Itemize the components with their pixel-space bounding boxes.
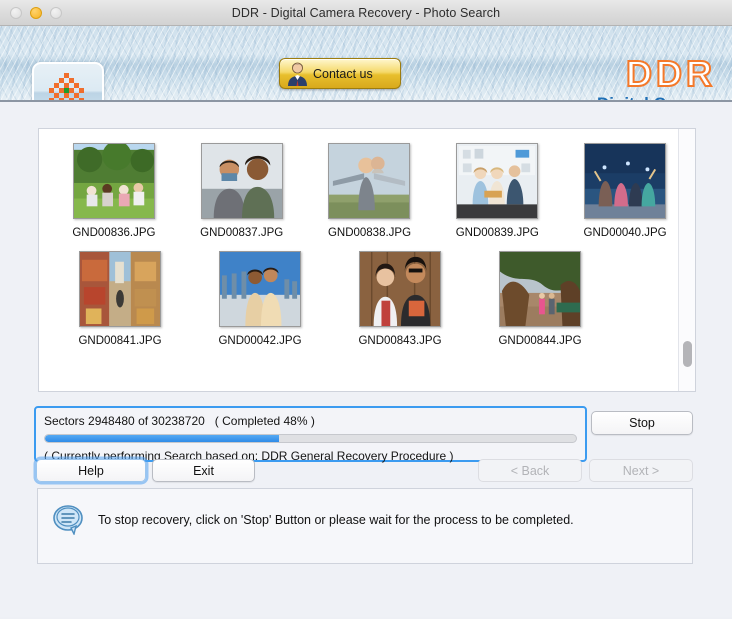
thumbnail-filename: GND00839.JPG (455, 227, 539, 239)
thumbnail-filename: GND00844.JPG (498, 335, 582, 347)
thumbnail-item[interactable]: GND00837.JPG (189, 143, 295, 239)
scrollbar-thumb[interactable] (683, 341, 692, 367)
next-button: Next > (589, 459, 693, 482)
brand-subtitle: Digital Camera (486, 94, 716, 100)
close-button[interactable] (10, 7, 22, 19)
thumbnail-filename: GND00836.JPG (72, 227, 156, 239)
app-header: Contact us DDR Digital Camera (0, 26, 732, 102)
thumbnail-image[interactable] (584, 143, 667, 219)
thumbnail-image[interactable] (219, 251, 301, 327)
thumbnail-image[interactable] (499, 251, 581, 327)
maximize-button[interactable] (50, 7, 62, 19)
thumbnail-item[interactable]: GND00836.JPG (61, 143, 167, 239)
stop-button[interactable]: Stop (591, 411, 693, 435)
thumbnail-item[interactable]: GND00042.JPG (201, 251, 319, 347)
info-row: To stop recovery, click on 'Stop' Button… (38, 489, 692, 535)
main-body: GND00836.JPG GND00837.JPG GND00838.JPG G… (0, 102, 732, 617)
brand-block: DDR Digital Camera (486, 53, 716, 101)
window-controls (10, 0, 62, 26)
minimize-button[interactable] (30, 7, 42, 19)
brand-title: DDR (625, 53, 716, 94)
thumbnail-row-2: GND00841.JPG GND00042.JPG GND00843.JPG G… (39, 251, 678, 347)
thumbnail-scrollbar[interactable] (678, 129, 695, 391)
thumbnail-image[interactable] (200, 143, 283, 219)
info-panel: To stop recovery, click on 'Stop' Button… (37, 488, 693, 564)
progress-bar (44, 434, 577, 443)
thumbnail-image[interactable] (79, 251, 161, 327)
thumbnail-filename: GND00042.JPG (218, 335, 302, 347)
back-button: < Back (478, 459, 582, 482)
thumbnail-item[interactable]: GND00843.JPG (341, 251, 459, 347)
progress-panel: Sectors 2948480 of 30238720 ( Completed … (34, 406, 587, 463)
title-bar: DDR - Digital Camera Recovery - Photo Se… (0, 0, 732, 26)
thumbnail-item[interactable]: GND00838.JPG (317, 143, 423, 239)
progress-bar-fill (45, 435, 279, 442)
speech-bubble-icon (53, 505, 83, 535)
thumbnail-image[interactable] (72, 143, 155, 219)
thumbnail-filename: GND00843.JPG (358, 335, 442, 347)
thumbnail-image[interactable] (456, 143, 539, 219)
thumbnail-filename: GND00837.JPG (200, 227, 284, 239)
thumbnail-item[interactable]: GND00841.JPG (61, 251, 179, 347)
thumbnail-item[interactable]: GND00839.JPG (444, 143, 550, 239)
exit-button[interactable]: Exit (152, 459, 255, 482)
person-icon (288, 62, 307, 86)
thumbnail-item[interactable]: GND00844.JPG (481, 251, 599, 347)
thumbnail-filename: GND00841.JPG (78, 335, 162, 347)
thumbnail-item[interactable]: GND00040.JPG (572, 143, 678, 239)
app-window: DDR - Digital Camera Recovery - Photo Se… (0, 0, 732, 619)
thumbnail-filename: GND00838.JPG (327, 227, 412, 239)
info-message: To stop recovery, click on 'Stop' Button… (98, 512, 574, 527)
thumbnail-image[interactable] (359, 251, 441, 327)
checkered-flower-logo-icon[interactable] (32, 62, 104, 100)
thumbnail-row-1: GND00836.JPG GND00837.JPG GND00838.JPG G… (39, 143, 678, 239)
progress-status-text: Sectors 2948480 of 30238720 ( Completed … (44, 414, 315, 428)
window-title: DDR - Digital Camera Recovery - Photo Se… (231, 5, 501, 20)
contact-us-label: Contact us (313, 66, 373, 81)
help-button[interactable]: Help (36, 459, 146, 482)
thumbnail-grid: GND00836.JPG GND00837.JPG GND00838.JPG G… (39, 129, 678, 391)
photo-results-panel: GND00836.JPG GND00837.JPG GND00838.JPG G… (38, 128, 696, 392)
thumbnail-filename: GND00040.JPG (583, 227, 667, 239)
contact-us-button[interactable]: Contact us (279, 58, 401, 89)
thumbnail-image[interactable] (328, 143, 411, 219)
